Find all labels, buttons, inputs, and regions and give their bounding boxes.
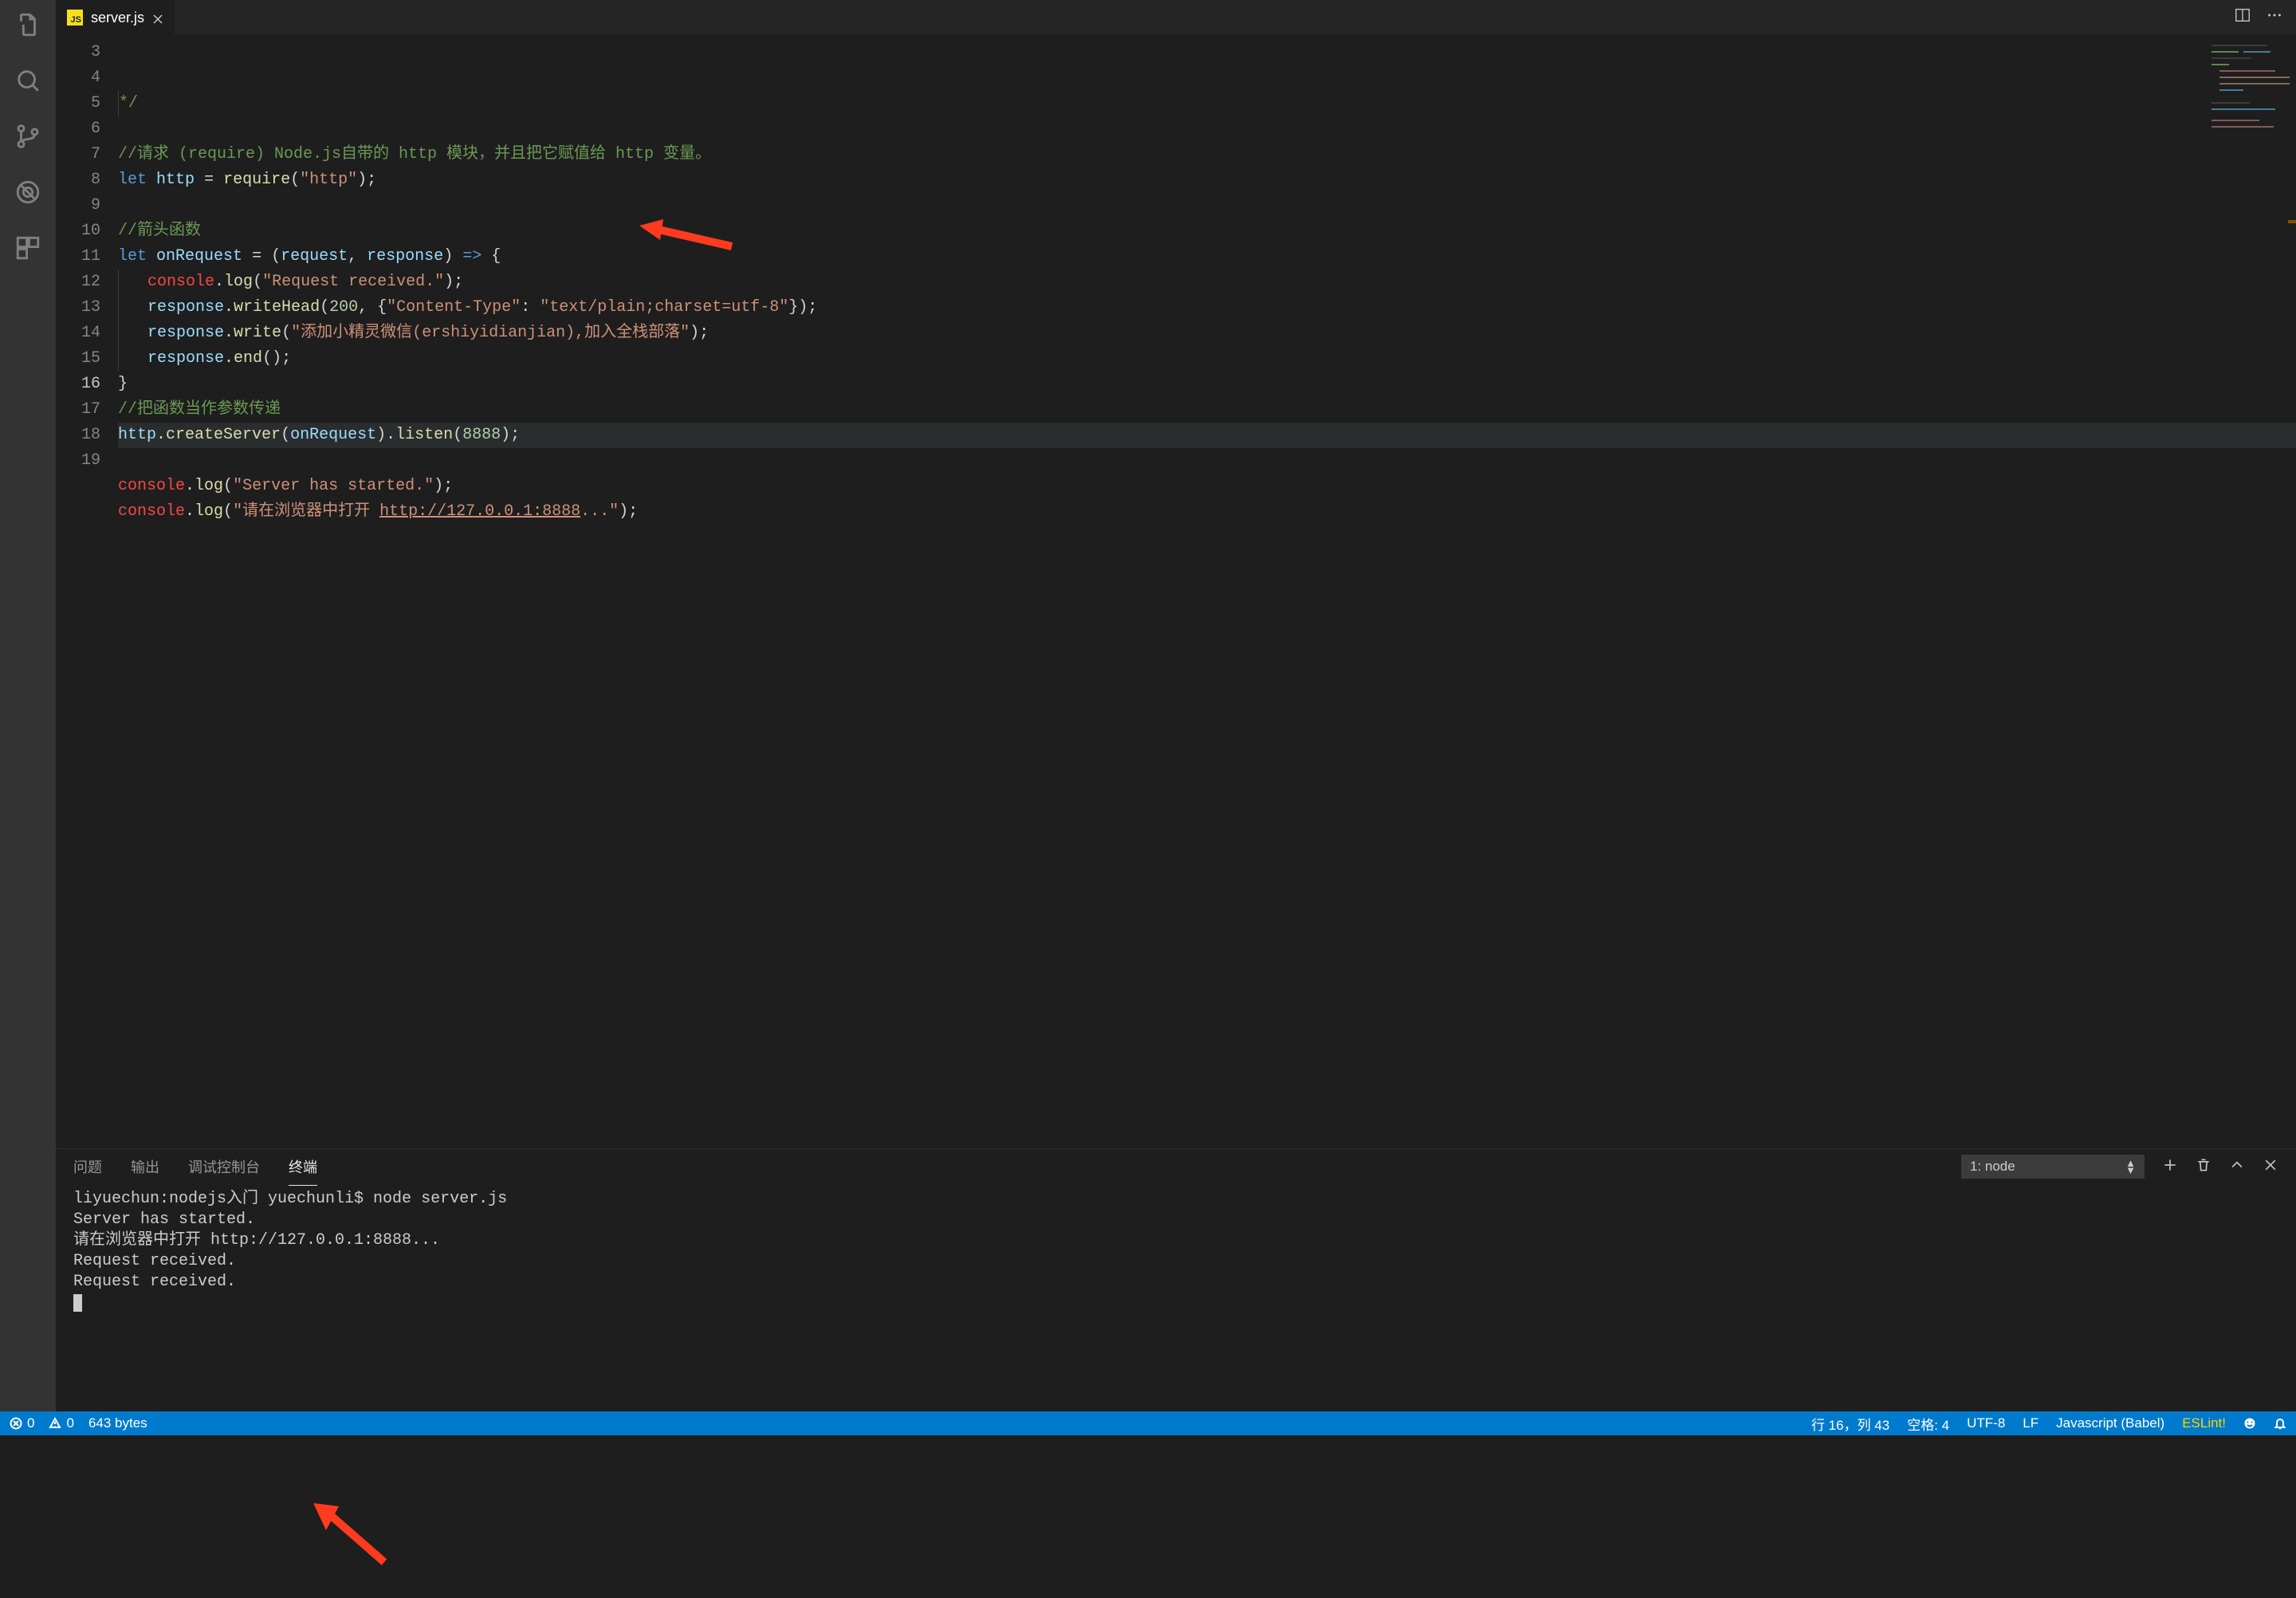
code-line[interactable]: //请求 (require) Node.js自带的 http 模块，并且把它赋值… [118,142,2296,167]
more-icon[interactable] [2266,6,2283,30]
tab-server-js[interactable]: JS server.js [56,0,175,35]
close-panel-icon[interactable] [2263,1157,2278,1177]
code-line[interactable]: console.log("Server has started."); [118,474,2296,499]
line-number-gutter: 345678910111213141516171819 [56,35,118,1148]
status-filesize[interactable]: 643 bytes [88,1415,147,1431]
panel-tabs: 问题 输出 调试控制台 终端 1: node ▲▼ [56,1149,2296,1184]
code-line[interactable]: let onRequest = (request, response) => { [118,244,2296,270]
status-eol[interactable]: LF [2023,1415,2038,1431]
status-eslint[interactable]: ESLint! [2182,1415,2226,1431]
code-line[interactable]: //把函数当作参数传递 [118,397,2296,423]
status-feedback-icon[interactable] [2243,1417,2256,1430]
explorer-icon[interactable] [14,11,41,38]
code-line[interactable]: //箭头函数 [118,218,2296,244]
panel-tab-problems[interactable]: 问题 [73,1148,102,1185]
status-cursor-position[interactable]: 行 16，列 43 [1811,1414,1889,1434]
debug-icon[interactable] [14,179,41,206]
status-language[interactable]: Javascript (Babel) [2056,1415,2164,1431]
status-warnings[interactable]: 0 [49,1415,73,1431]
tab-bar: JS server.js [56,0,2296,35]
code-line[interactable]: */ [118,91,2296,116]
git-icon[interactable] [14,123,41,150]
code-line[interactable] [118,116,2296,142]
activity-bar [0,0,56,1411]
code-line[interactable]: http.createServer(onRequest).listen(8888… [118,423,2296,448]
code-line[interactable] [118,193,2296,218]
panel-tab-terminal[interactable]: 终端 [289,1148,317,1186]
code-content[interactable]: */ //请求 (require) Node.js自带的 http 模块，并且把… [118,35,2296,1148]
panel-tab-debug-console[interactable]: 调试控制台 [188,1148,260,1185]
split-editor-icon[interactable] [2234,6,2251,30]
terminal-selector-value: 1: node [1970,1159,2015,1175]
code-line[interactable]: response.write("添加小精灵微信(ershiyidianjian)… [118,321,2296,346]
code-line[interactable]: response.writeHead(200, {"Content-Type":… [118,295,2296,321]
panel-tab-output[interactable]: 输出 [131,1148,159,1185]
new-terminal-icon[interactable] [2162,1157,2178,1177]
close-icon[interactable] [152,12,163,23]
code-line[interactable]: console.log("请在浏览器中打开 http://127.0.0.1:8… [118,499,2296,525]
code-line[interactable]: } [118,372,2296,397]
code-line[interactable] [118,448,2296,474]
code-line[interactable]: response.end(); [118,346,2296,372]
status-bar: 0 0 643 bytes 行 16，列 43 空格: 4 UTF-8 LF J… [0,1411,2296,1435]
terminal[interactable]: liyuechun:nodejs入门 yuechunli$ node serve… [56,1184,2296,1411]
code-line[interactable]: console.log("Request received."); [118,270,2296,295]
code-line[interactable]: let http = require("http"); [118,167,2296,193]
terminal-selector[interactable]: 1: node ▲▼ [1961,1155,2145,1179]
status-errors[interactable]: 0 [10,1415,34,1431]
code-editor[interactable]: 345678910111213141516171819 */ //请求 (req… [56,35,2296,1148]
status-indentation[interactable]: 空格: 4 [1907,1414,1949,1434]
status-notifications-icon[interactable] [2274,1417,2286,1430]
kill-terminal-icon[interactable] [2196,1157,2211,1177]
overview-ruler[interactable] [2285,35,2296,1148]
javascript-file-icon: JS [67,10,83,26]
bottom-panel: 问题 输出 调试控制台 终端 1: node ▲▼ liyuechun:node… [56,1148,2296,1411]
terminal-output: liyuechun:nodejs入门 yuechunli$ node serve… [73,1189,2278,1313]
maximize-panel-icon[interactable] [2229,1157,2245,1177]
status-encoding[interactable]: UTF-8 [1967,1415,2005,1431]
tab-filename: server.js [91,10,144,26]
chevron-up-down-icon: ▲▼ [2125,1159,2136,1174]
minimap[interactable] [2205,40,2293,136]
extensions-icon[interactable] [14,234,41,262]
search-icon[interactable] [14,67,41,94]
